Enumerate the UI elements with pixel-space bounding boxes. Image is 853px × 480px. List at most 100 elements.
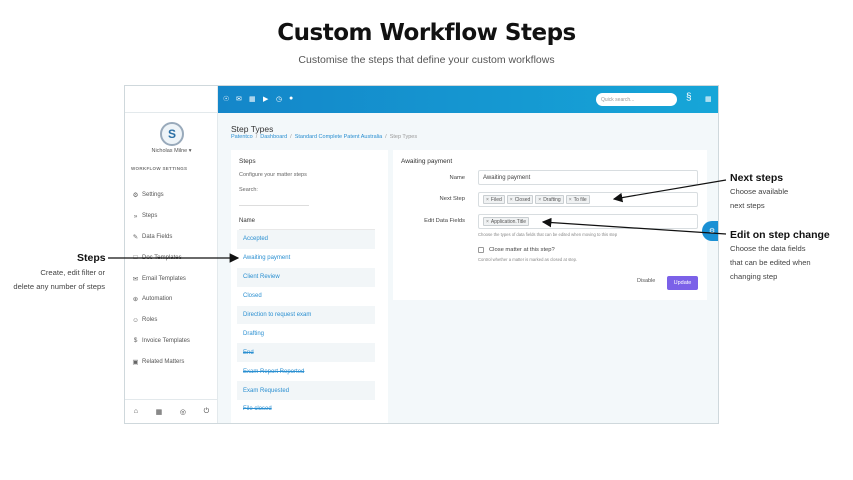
sidebar-item-steps[interactable]: » Steps (131, 206, 216, 227)
steps-search-input[interactable] (239, 194, 309, 206)
page-title: Step Types (231, 124, 274, 134)
step-row[interactable]: Exam Report Reported (237, 362, 375, 381)
sidebar-section-title: WORKFLOW SETTINGS (131, 166, 188, 171)
sidebar-header (125, 86, 217, 113)
settings-fab[interactable]: ⚙ (702, 221, 718, 241)
remove-icon[interactable]: × (538, 197, 541, 203)
step-row[interactable]: Exam Requested (237, 381, 375, 401)
dollar-icon: $ (133, 337, 138, 345)
step-row[interactable]: File closed (237, 400, 375, 419)
edit-fields-help: Choose the types of data fields that can… (478, 232, 618, 237)
edit-field-chip[interactable]: × Application.Title (483, 217, 530, 226)
users-icon: ☺ (132, 316, 139, 324)
mail-icon[interactable]: ✉ (236, 95, 242, 103)
breadcrumb-link[interactable]: Dashboard (260, 134, 287, 140)
sidebar-item-label: Steps (142, 213, 158, 220)
step-row[interactable]: Awaiting payment (237, 249, 375, 268)
name-field[interactable]: Awaiting payment (478, 170, 698, 185)
user-name[interactable]: Nicholas Milne ▾ (125, 148, 218, 154)
annotation-edit-text: Choose the data fields that can be edite… (730, 244, 811, 281)
document-icon: □ (133, 254, 138, 262)
bank-icon[interactable]: ⌂ (134, 408, 138, 415)
annotation-edit-title: Edit on step change (730, 229, 830, 241)
logo-icon[interactable]: § (686, 92, 692, 103)
steps-icon: » (133, 212, 138, 220)
sidebar-item-label: Related Matters (142, 358, 185, 365)
topbar: ☉ ✉ ▦ ▶ ◷ ● § ▦ (218, 86, 718, 113)
sidebar-item-label: Invoice Templates (142, 337, 190, 344)
step-row[interactable]: Closed (237, 287, 375, 306)
next-step-chip[interactable]: × Closed (506, 195, 534, 204)
step-row[interactable]: End (237, 343, 375, 363)
step-detail-panel: Awaiting payment Name Awaiting payment N… (393, 150, 707, 300)
sidebar-item-email-templates[interactable]: ✉ Email Templates (131, 268, 216, 289)
sidebar-item-label: Automation (142, 296, 173, 303)
help-icon[interactable]: ◎ (180, 408, 186, 416)
app-window: S Nicholas Milne ▾ WORKFLOW SETTINGS ⚙ Se… (124, 85, 719, 424)
sidebar-item-related-matters[interactable]: ▣ Related Matters (131, 351, 216, 372)
disable-button[interactable]: Disable (637, 278, 655, 284)
name-label: Name (449, 175, 465, 181)
search-label: Search: (239, 187, 258, 193)
home-icon[interactable]: ☉ (223, 95, 229, 103)
edit-fields-select[interactable]: × Application.Title (478, 214, 698, 229)
mail-icon: ✉ (132, 275, 139, 283)
next-step-chip[interactable]: × Drafting (535, 195, 564, 204)
remove-icon[interactable]: × (486, 197, 489, 203)
sidebar-item-label: Data Fields (142, 233, 173, 240)
edit-fields-label: Edit Data Fields (424, 218, 465, 224)
close-matter-checkbox[interactable] (478, 247, 484, 253)
automation-icon: ⊕ (132, 296, 139, 304)
steps-panel: Steps Configure your matter steps Search… (231, 150, 388, 423)
step-row[interactable]: Drafting (237, 324, 375, 343)
quick-search-input[interactable] (596, 93, 677, 106)
steps-list: Accepted Awaiting payment Client Review … (237, 230, 375, 419)
close-matter-row[interactable]: Close matter at this step? (478, 247, 555, 253)
column-header-name[interactable]: Name (239, 218, 375, 230)
calendar-icon[interactable]: ▦ (249, 95, 256, 103)
next-step-chip[interactable]: × Filed (483, 195, 505, 204)
sidebar-item-invoice-templates[interactable]: $ Invoice Templates (131, 331, 216, 352)
step-row[interactable]: Client Review (237, 267, 375, 287)
remove-icon[interactable]: × (510, 197, 513, 203)
grid-icon[interactable]: ▦ (705, 95, 712, 103)
hero-title: Custom Workflow Steps (277, 20, 576, 46)
update-button[interactable]: Update (667, 276, 698, 290)
gear-icon: ⚙ (708, 228, 716, 235)
close-matter-help: Control whether a matter is marked as cl… (478, 257, 578, 262)
remove-icon[interactable]: × (486, 219, 489, 225)
avatar[interactable]: S (160, 122, 184, 146)
map-icon: ▣ (132, 358, 139, 366)
next-step-label: Next Step (439, 196, 465, 202)
breadcrumb-link[interactable]: Standard Complete Patent Australia (295, 134, 382, 140)
sidebar-item-automation[interactable]: ⊕ Automation (131, 289, 216, 310)
sidebar-item-settings[interactable]: ⚙ Settings (131, 185, 216, 206)
grid-icon[interactable]: ▦ (156, 408, 163, 416)
sidebar: S Nicholas Milne ▾ WORKFLOW SETTINGS ⚙ Se… (125, 86, 218, 423)
sidebar-item-roles[interactable]: ☺ Roles (131, 310, 216, 331)
clock-icon[interactable]: ◷ (276, 95, 282, 103)
annotation-steps-text: Create, edit filter or delete any number… (13, 268, 105, 291)
breadcrumb-current: Step Types (389, 134, 418, 140)
step-row[interactable]: Accepted (237, 230, 375, 249)
detail-title: Awaiting payment (401, 158, 453, 165)
sidebar-item-doc-templates[interactable]: □ Doc Templates (131, 247, 216, 268)
annotation-next-steps-title: Next steps (730, 172, 784, 184)
next-step-chip[interactable]: × To file (565, 195, 590, 204)
breadcrumb: Patentco / Dashboard / Standard Complete Pat… (231, 134, 418, 140)
breadcrumb-link[interactable]: Patentco (231, 134, 253, 140)
user-icon[interactable]: ● (289, 95, 293, 102)
sidebar-item-label: Doc Templates (142, 254, 182, 261)
step-row[interactable]: Direction to request exam (237, 305, 375, 325)
sidebar-item-data-fields[interactable]: ✎ Data Fields (131, 227, 216, 248)
annotation-next-steps-text: Choose available next steps (730, 187, 789, 210)
steps-panel-title: Steps (239, 158, 256, 165)
sidebar-footer: ⌂ ▦ ◎ ⏻ (125, 399, 218, 423)
power-icon[interactable]: ⏻ (204, 408, 210, 416)
play-icon[interactable]: ▶ (263, 95, 268, 103)
gear-icon: ⚙ (132, 192, 139, 200)
next-step-select[interactable]: × Filed × Closed × Drafting × To file (478, 192, 698, 207)
remove-icon[interactable]: × (569, 197, 572, 203)
sidebar-item-label: Roles (142, 317, 158, 324)
edit-icon: ✎ (132, 233, 139, 241)
